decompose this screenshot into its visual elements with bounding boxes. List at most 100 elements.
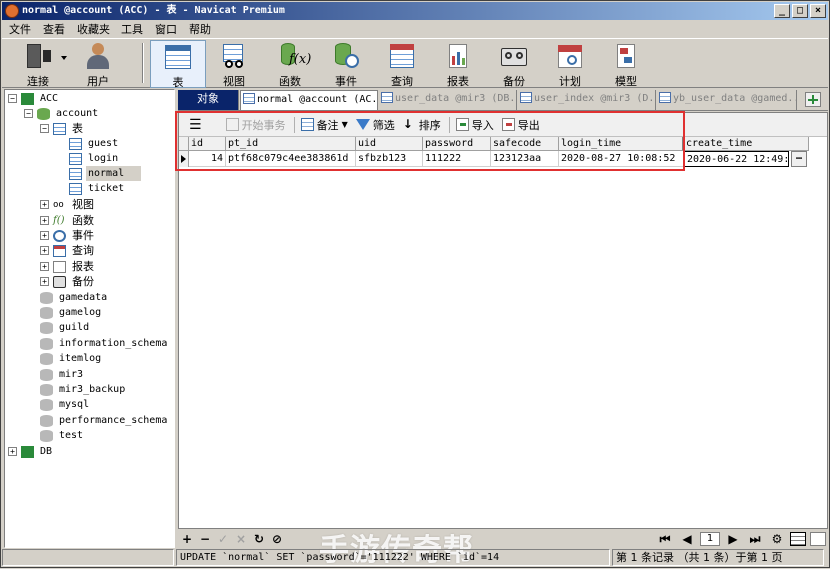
tree-db-item[interactable]: information_schema bbox=[40, 336, 169, 351]
settings-gear-icon[interactable]: ⚙ bbox=[768, 532, 786, 546]
tree-table-item-selected[interactable]: normal bbox=[69, 166, 141, 181]
tree-table-item[interactable]: ticket bbox=[69, 181, 126, 196]
tree-db-item[interactable]: mir3_backup bbox=[40, 382, 127, 397]
cell-pt-id[interactable]: ptf68c079c4ee383861d bbox=[226, 151, 356, 167]
last-page-icon[interactable]: ⏭ bbox=[746, 532, 764, 547]
connect-button[interactable]: 连接 bbox=[8, 40, 68, 88]
column-header-create-time[interactable]: create_time bbox=[684, 137, 809, 151]
cell-login-time[interactable]: 2020-08-27 10:08:52 bbox=[559, 151, 684, 167]
cell-create-time-editing[interactable]: 2020-06-22 12:49:08 bbox=[684, 151, 789, 167]
refresh-icon[interactable]: ↻ bbox=[250, 532, 268, 546]
schedule-button[interactable]: 计划 bbox=[542, 40, 598, 88]
begin-transaction-button[interactable]: 开始事务 bbox=[225, 117, 286, 133]
tree-backups-group[interactable]: + 备份 bbox=[40, 274, 96, 289]
apply-changes-icon[interactable]: ✓ bbox=[214, 532, 232, 546]
tree-connection-acc[interactable]: − ACC bbox=[8, 91, 60, 106]
user-button[interactable]: 用户 bbox=[70, 40, 126, 88]
query-button[interactable]: 查询 bbox=[374, 40, 430, 88]
tree-db-item[interactable]: test bbox=[40, 428, 85, 443]
delete-record-icon[interactable]: − bbox=[196, 532, 214, 546]
cell-password[interactable]: 111222 bbox=[423, 151, 491, 167]
row-indicator[interactable] bbox=[179, 151, 189, 167]
tab-normal-account[interactable]: normal @account (AC... bbox=[240, 90, 378, 110]
tree-queries-group[interactable]: + 查询 bbox=[40, 243, 96, 258]
add-record-icon[interactable]: + bbox=[178, 532, 196, 546]
first-page-icon[interactable]: ⏮ bbox=[656, 532, 674, 547]
discard-changes-icon[interactable]: × bbox=[232, 532, 250, 546]
cell-ellipsis-button[interactable]: … bbox=[791, 151, 807, 167]
next-page-icon[interactable]: ▶ bbox=[724, 532, 742, 546]
model-button[interactable]: 模型 bbox=[598, 40, 654, 88]
expand-icon[interactable]: + bbox=[40, 216, 49, 225]
tab-user-index[interactable]: user_index @mir3 (D... bbox=[518, 90, 656, 110]
new-tab-icon[interactable] bbox=[805, 92, 821, 107]
menu-tools[interactable]: 工具 bbox=[120, 21, 154, 37]
cell-safecode[interactable]: 123123aa bbox=[491, 151, 559, 167]
column-header-safecode[interactable]: safecode bbox=[491, 137, 559, 151]
event-button[interactable]: 事件 bbox=[318, 40, 374, 88]
tree-tables-group[interactable]: − 表 bbox=[40, 121, 85, 136]
tree-db-item[interactable]: mysql bbox=[40, 397, 91, 412]
minimize-button[interactable]: _ bbox=[774, 4, 790, 18]
tree-db-item[interactable]: gamedata bbox=[40, 290, 109, 305]
expand-icon[interactable]: + bbox=[40, 277, 49, 286]
grid-view-icon[interactable] bbox=[790, 532, 806, 546]
report-label: 报表 bbox=[447, 75, 469, 88]
expand-icon[interactable]: + bbox=[40, 231, 49, 240]
tree-db-item[interactable]: mir3 bbox=[40, 367, 85, 382]
function-button[interactable]: f(x) 函数 bbox=[262, 40, 318, 88]
tree-db-item[interactable]: gamelog bbox=[40, 305, 103, 320]
import-button[interactable]: 导入 bbox=[455, 117, 494, 133]
cell-id[interactable]: 14 bbox=[189, 151, 226, 167]
tab-user-data[interactable]: user_data @mir3 (DB... bbox=[379, 90, 517, 110]
expand-icon[interactable]: + bbox=[8, 447, 17, 456]
column-header-pt-id[interactable]: pt_id bbox=[226, 137, 356, 151]
tree-views-group[interactable]: + oo 视图 bbox=[40, 197, 96, 212]
menu-file[interactable]: 文件 bbox=[8, 21, 42, 37]
hamburger-menu-icon[interactable]: ☰ bbox=[189, 117, 202, 133]
collapse-icon[interactable]: − bbox=[24, 109, 33, 118]
menu-help[interactable]: 帮助 bbox=[188, 21, 222, 37]
tree-table-item[interactable]: guest bbox=[69, 136, 120, 151]
note-button[interactable]: 备注 ▼ bbox=[300, 117, 348, 133]
expand-icon[interactable]: + bbox=[40, 200, 49, 209]
close-button[interactable]: × bbox=[810, 4, 826, 18]
plug-icon bbox=[23, 42, 67, 70]
prev-page-icon[interactable]: ◀ bbox=[678, 532, 696, 546]
tree-events-group[interactable]: + 事件 bbox=[40, 228, 96, 243]
cell-uid[interactable]: sfbzb123 bbox=[356, 151, 423, 167]
tab-objects[interactable]: 对象 bbox=[178, 90, 239, 110]
tree-connection-db[interactable]: + DB bbox=[8, 444, 54, 459]
report-button[interactable]: 报表 bbox=[430, 40, 486, 88]
tree-reports-group[interactable]: + 报表 bbox=[40, 259, 96, 274]
backup-button[interactable]: 备份 bbox=[486, 40, 542, 88]
menu-favorites[interactable]: 收藏夹 bbox=[76, 21, 120, 37]
tree-db-account[interactable]: − account bbox=[24, 106, 100, 121]
export-button[interactable]: 导出 bbox=[501, 117, 540, 133]
menu-window[interactable]: 窗口 bbox=[154, 21, 188, 37]
filter-button[interactable]: 筛选 bbox=[355, 117, 395, 133]
tree-db-item[interactable]: guild bbox=[40, 320, 91, 335]
column-header-uid[interactable]: uid bbox=[356, 137, 423, 151]
collapse-icon[interactable]: − bbox=[8, 94, 17, 103]
title-bar[interactable]: normal @account (ACC) - 表 - Navicat Prem… bbox=[2, 2, 828, 20]
expand-icon[interactable]: + bbox=[40, 246, 49, 255]
form-view-icon[interactable] bbox=[810, 532, 826, 546]
tree-table-item[interactable]: login bbox=[69, 151, 120, 166]
collapse-icon[interactable]: − bbox=[40, 124, 49, 133]
column-header-id[interactable]: id bbox=[189, 137, 226, 151]
column-header-password[interactable]: password bbox=[423, 137, 491, 151]
expand-icon[interactable]: + bbox=[40, 262, 49, 271]
sort-button[interactable]: ↓ 排序 bbox=[403, 117, 441, 133]
maximize-button[interactable]: □ bbox=[792, 4, 808, 18]
tree-db-item[interactable]: performance_schema bbox=[40, 413, 169, 428]
menu-view[interactable]: 查看 bbox=[42, 21, 76, 37]
stop-icon[interactable]: ⊘ bbox=[268, 532, 286, 546]
table-button[interactable]: 表 bbox=[150, 40, 206, 89]
tab-yb-user-data[interactable]: yb_user_data @gamed... bbox=[657, 90, 797, 110]
column-header-login-time[interactable]: login_time bbox=[559, 137, 684, 151]
tree-db-item[interactable]: itemlog bbox=[40, 351, 103, 366]
tree-functions-group[interactable]: + f() 函数 bbox=[40, 213, 96, 228]
view-button[interactable]: 视图 bbox=[206, 40, 262, 88]
page-number-input[interactable]: 1 bbox=[700, 532, 720, 546]
